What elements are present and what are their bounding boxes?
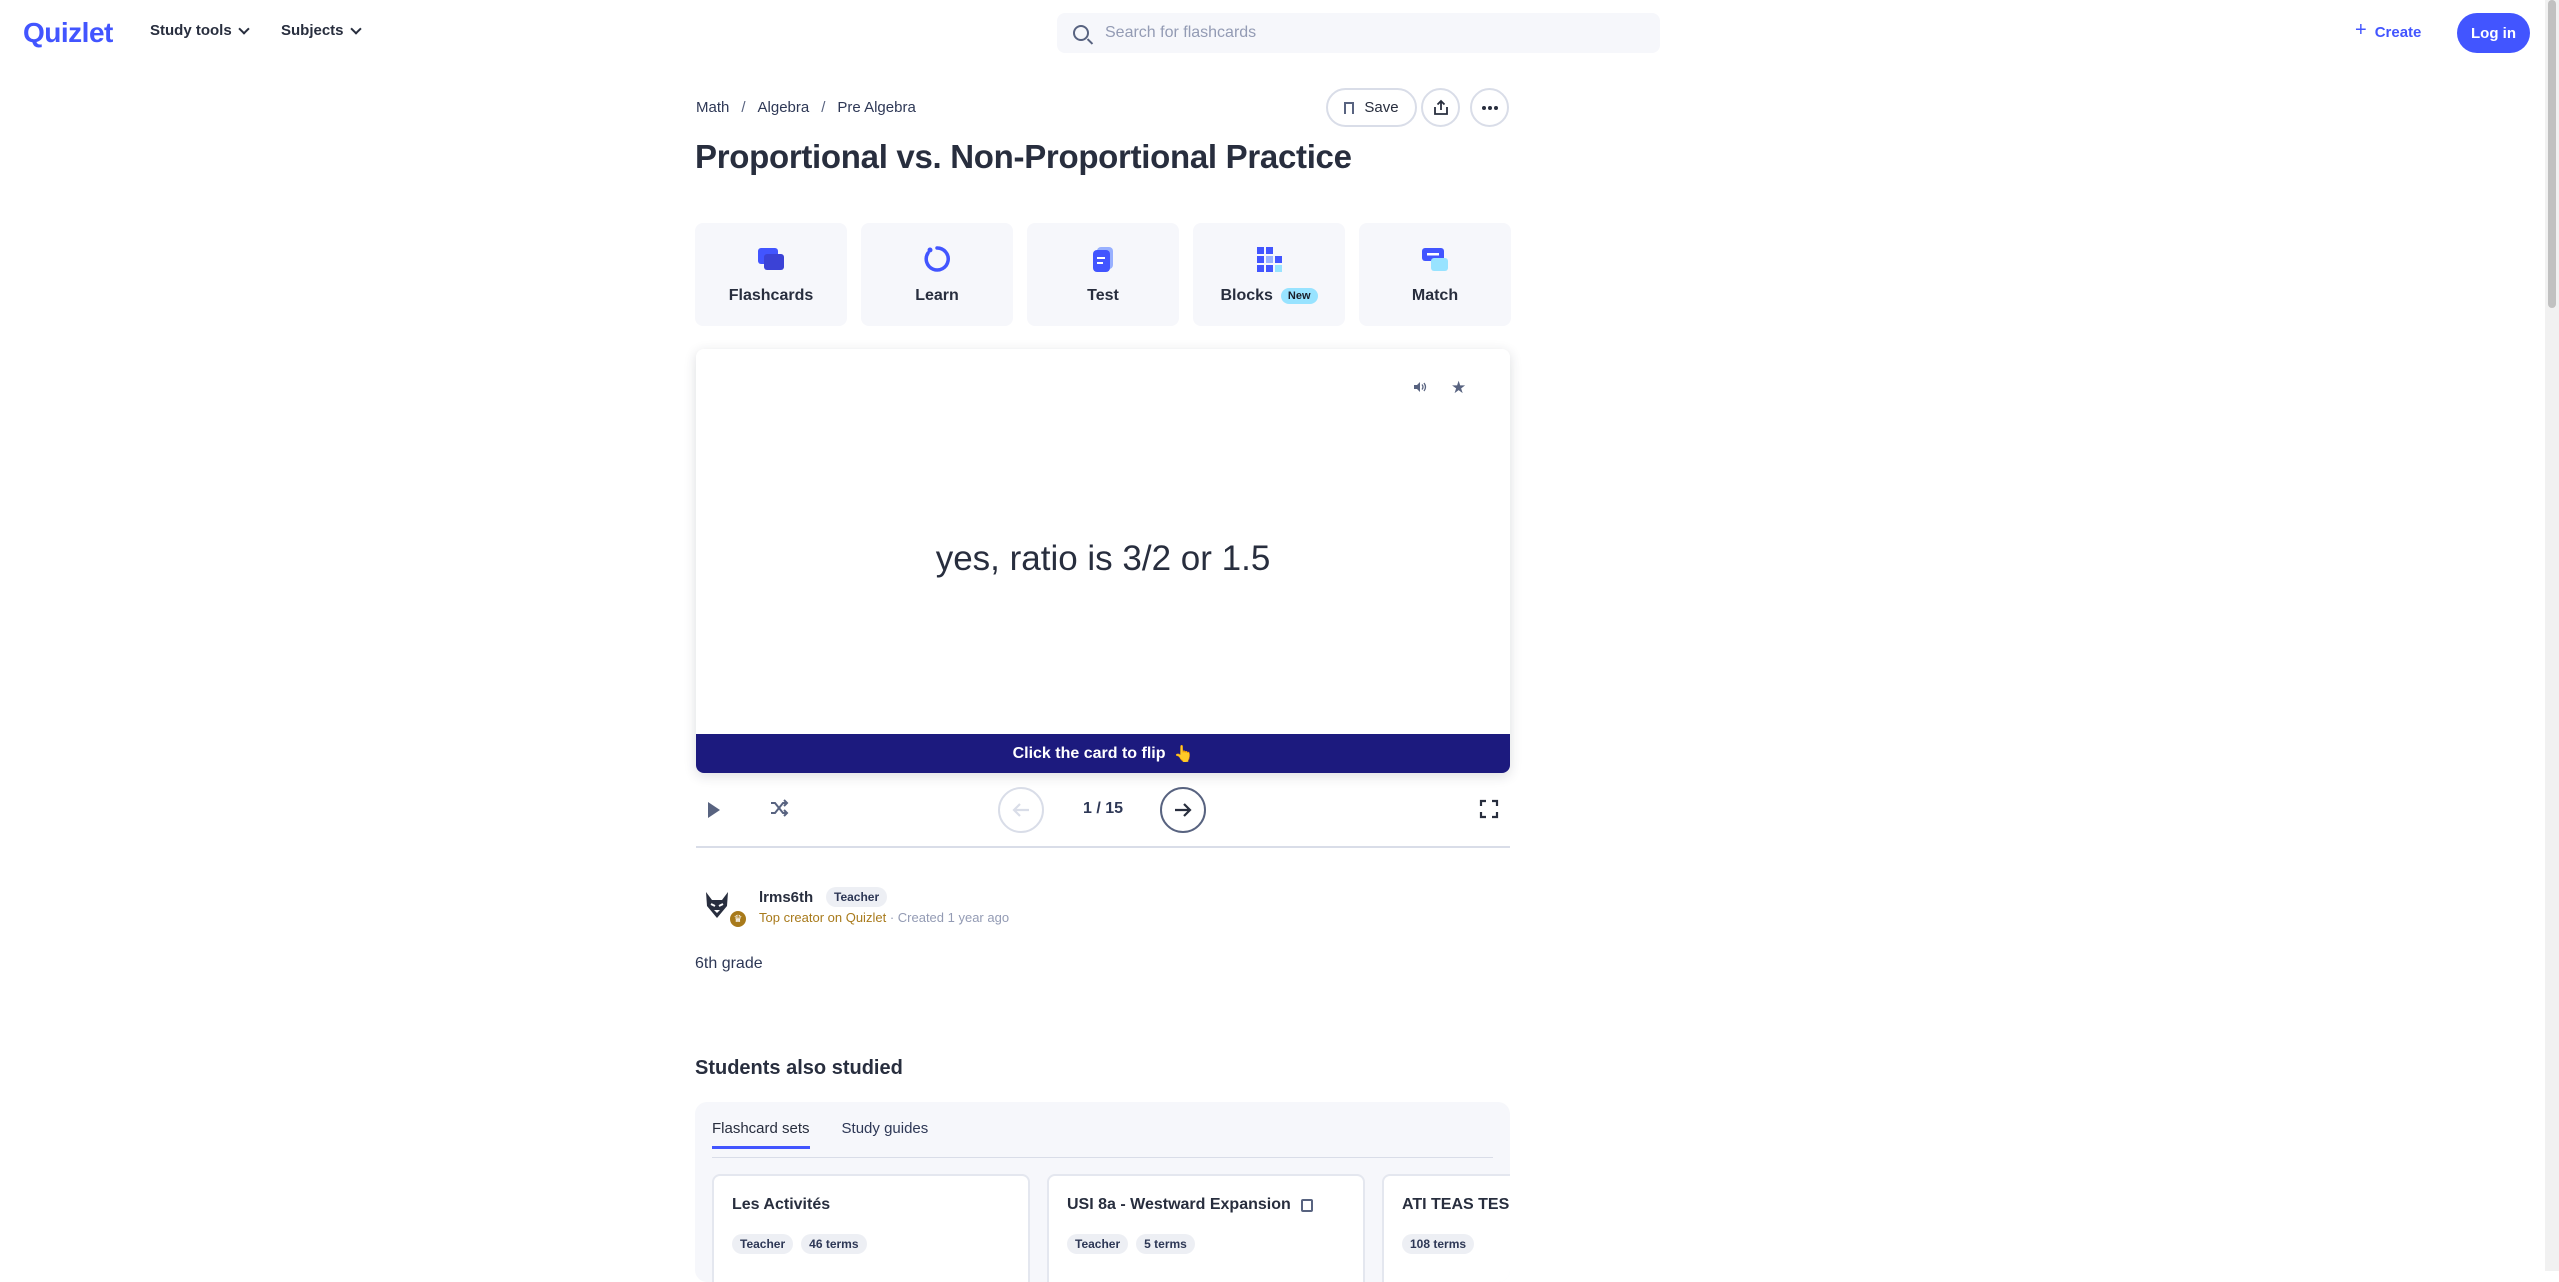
set-card[interactable]: USI 8a - Westward Expansion Teacher 5 te…	[1047, 1174, 1365, 1282]
mode-label: Learn	[915, 287, 959, 304]
set-tags: 108 terms	[1402, 1234, 1475, 1254]
flashcard-text: yes, ratio is 3/2 or 1.5	[935, 539, 1271, 578]
top-creator-label: Top creator on Quizlet	[759, 910, 887, 925]
set-description: 6th grade	[695, 955, 763, 972]
chevron-down-icon	[238, 22, 250, 35]
subjects-menu[interactable]: Subjects	[281, 22, 362, 39]
set-title: ATI TEAS TES	[1402, 1196, 1509, 1214]
share-icon	[1433, 99, 1448, 115]
also-studied-panel: Flashcard sets Study guides Les Activité…	[695, 1102, 1510, 1282]
divider	[696, 846, 1510, 848]
new-badge: New	[1280, 288, 1318, 304]
card-counter: 1 / 15	[1082, 800, 1124, 817]
created-date: Created 1 year ago	[897, 910, 1010, 925]
quizlet-logo[interactable]: Quizlet	[23, 17, 113, 49]
share-button[interactable]	[1421, 88, 1460, 127]
arrow-right-icon	[1175, 803, 1192, 817]
author-info: ♛ lrms6th Teacher Top creator on Quizlet…	[700, 880, 1200, 930]
mode-label: Test	[1087, 287, 1119, 304]
also-studied-tabs: Flashcard sets Study guides	[712, 1120, 928, 1149]
set-tags: Teacher 46 terms	[732, 1234, 867, 1254]
bookmark-icon	[1344, 101, 1355, 114]
set-tags: Teacher 5 terms	[1067, 1234, 1195, 1254]
set-tag: 46 terms	[801, 1234, 867, 1254]
study-modes: Flashcards Learn Test Blocks New Match	[695, 223, 1511, 326]
breadcrumb-separator: /	[821, 99, 826, 116]
tab-study-guides[interactable]: Study guides	[842, 1120, 929, 1149]
mode-test[interactable]: Test	[1027, 223, 1179, 326]
card-controls: 1 / 15	[696, 786, 1510, 834]
set-title-text: ATI TEAS TES	[1402, 1196, 1510, 1213]
set-tag: Teacher	[1067, 1234, 1129, 1254]
set-tag: 5 terms	[1136, 1234, 1195, 1254]
author-meta: Top creator on Quizlet · Created 1 year …	[759, 910, 1009, 925]
flashcards-icon	[758, 248, 784, 270]
set-title-text: Les Activités	[732, 1196, 831, 1213]
meta-separator: ·	[889, 910, 898, 925]
set-title: USI 8a - Westward Expansion	[1067, 1196, 1313, 1214]
flip-hint-label: Click the card to flip	[1012, 744, 1166, 762]
test-icon	[1093, 247, 1113, 272]
mode-blocks[interactable]: Blocks New	[1193, 223, 1345, 326]
page-title: Proportional vs. Non-Proportional Practi…	[695, 138, 1352, 175]
page-scrollbar[interactable]	[2545, 0, 2559, 1271]
breadcrumb-algebra[interactable]: Algebra	[758, 99, 810, 116]
blocks-icon	[1257, 247, 1282, 272]
breadcrumb-separator: /	[741, 99, 746, 116]
subjects-label: Subjects	[281, 22, 344, 39]
login-button[interactable]: Log in	[2457, 13, 2530, 53]
star-icon[interactable]: ★	[1451, 378, 1466, 398]
plus-icon: +	[2355, 19, 2367, 41]
teacher-badge: Teacher	[826, 887, 888, 907]
learn-icon	[924, 246, 950, 272]
mode-label: Match	[1411, 287, 1459, 304]
match-icon	[1422, 248, 1448, 271]
set-title-text: USI 8a - Westward Expansion	[1067, 1196, 1291, 1213]
mode-flashcards[interactable]: Flashcards	[695, 223, 847, 326]
set-title: Les Activités	[732, 1196, 830, 1214]
breadcrumb-pre-algebra[interactable]: Pre Algebra	[837, 99, 915, 116]
speaker-icon[interactable]	[1412, 379, 1428, 395]
study-tools-label: Study tools	[150, 22, 232, 39]
breadcrumb-math[interactable]: Math	[696, 99, 729, 116]
top-navbar: Quizlet Study tools Subjects + Create Lo…	[0, 0, 2545, 66]
search-bar	[1057, 13, 1660, 53]
save-button[interactable]: Save	[1326, 88, 1417, 127]
tab-flashcard-sets[interactable]: Flashcard sets	[712, 1120, 810, 1149]
search-input[interactable]	[1105, 24, 1625, 42]
mode-label: Flashcards	[728, 287, 814, 304]
create-button[interactable]: + Create	[2355, 19, 2422, 42]
set-tag: 108 terms	[1402, 1234, 1475, 1254]
mode-learn[interactable]: Learn	[861, 223, 1013, 326]
tabs-divider	[712, 1157, 1493, 1158]
mode-label: Blocks	[1220, 287, 1273, 304]
save-label: Save	[1364, 99, 1399, 116]
search-icon	[1073, 25, 1089, 41]
set-tag: Teacher	[732, 1234, 794, 1254]
flashcard[interactable]: ★ yes, ratio is 3/2 or 1.5 Click the car…	[696, 349, 1510, 773]
mode-label-wrap: Blocks New	[1220, 287, 1318, 305]
flip-hint-bar[interactable]: Click the card to flip 👆	[696, 734, 1510, 773]
chevron-down-icon	[349, 22, 362, 35]
study-tools-menu[interactable]: Study tools	[150, 22, 250, 39]
set-card[interactable]: Les Activités Teacher 46 terms	[712, 1174, 1030, 1282]
book-icon	[1300, 1198, 1313, 1212]
scrollbar-thumb[interactable]	[2548, 0, 2556, 308]
more-options-button[interactable]	[1470, 88, 1509, 127]
mode-match[interactable]: Match	[1359, 223, 1511, 326]
next-card-button[interactable]	[1160, 787, 1206, 833]
also-studied-heading: Students also studied	[695, 1057, 903, 1079]
author-name[interactable]: lrms6th	[759, 889, 813, 906]
breadcrumb: Math / Algebra / Pre Algebra	[696, 99, 916, 116]
create-label: Create	[2374, 23, 2422, 41]
set-card[interactable]: ATI TEAS TES 108 terms	[1382, 1174, 1510, 1282]
more-icon	[1481, 105, 1498, 110]
top-creator-medal-icon: ♛	[728, 909, 748, 929]
pointing-hand-icon: 👆	[1173, 745, 1194, 763]
fullscreen-icon[interactable]	[1479, 799, 1499, 819]
